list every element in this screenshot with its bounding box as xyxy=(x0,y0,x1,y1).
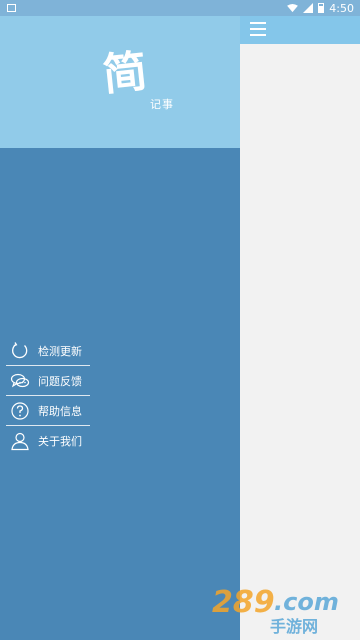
menu-item-label: 帮助信息 xyxy=(38,404,82,418)
drawer-header: 简 记事 xyxy=(0,16,240,148)
app-logo-subtext: 记事 xyxy=(150,98,174,111)
menu-item-label: 问题反馈 xyxy=(38,374,82,388)
drawer-menu: 检测更新 问题反馈 帮助信息 关于我们 xyxy=(6,336,90,456)
menu-item-label: 关于我们 xyxy=(38,435,82,448)
app-logo-text: 简 xyxy=(100,45,150,102)
user-icon xyxy=(11,432,29,451)
navigation-drawer: 简 记事 检测更新 问题反馈 帮助信息 关于我们 xyxy=(0,16,240,640)
battery-icon xyxy=(318,3,325,13)
app-toolbar xyxy=(240,16,360,44)
help-icon xyxy=(11,401,29,420)
menu-item-feedback[interactable]: 问题反馈 xyxy=(6,366,90,396)
refresh-icon xyxy=(12,341,28,358)
notification-image-icon xyxy=(7,4,16,12)
wifi-icon xyxy=(287,3,299,12)
main-content-area xyxy=(240,44,360,640)
status-time: 4:50 xyxy=(329,1,354,15)
menu-item-label: 检测更新 xyxy=(38,344,82,358)
signal-icon xyxy=(303,3,314,13)
hamburger-icon[interactable] xyxy=(250,22,266,36)
menu-item-about[interactable]: 关于我们 xyxy=(6,426,90,456)
menu-item-check-update[interactable]: 检测更新 xyxy=(6,336,90,366)
status-bar: 4:50 xyxy=(0,0,360,16)
chat-bubbles-icon xyxy=(10,373,30,387)
status-right-group: 4:50 xyxy=(287,1,354,15)
menu-item-help[interactable]: 帮助信息 xyxy=(6,396,90,426)
